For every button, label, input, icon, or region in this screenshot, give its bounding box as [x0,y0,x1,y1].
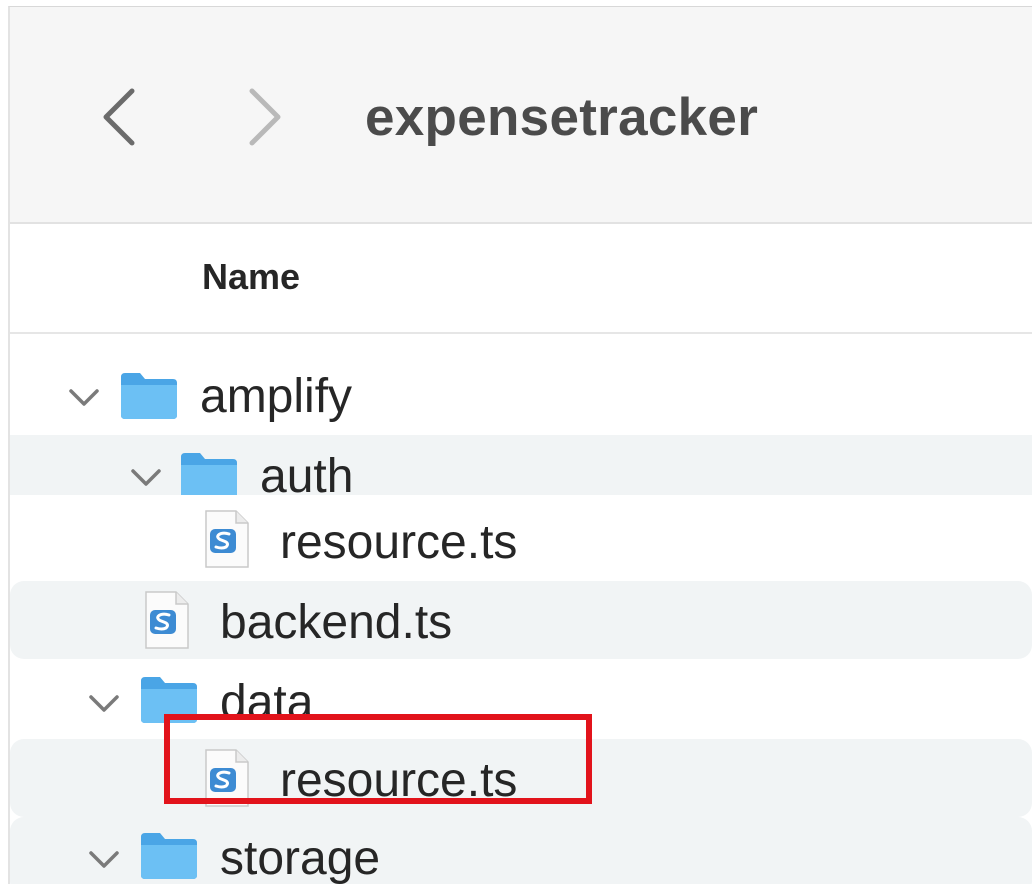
list-item-storage[interactable]: storage [10,817,1032,884]
typescript-file-icon [145,591,189,649]
list-item-data[interactable]: data [10,661,1032,739]
list-item-label: resource.ts [280,754,518,807]
list-item-label: resource.ts [280,516,518,569]
finder-window: expensetracker Name amplify auth resourc… [8,6,1032,884]
list-item-auth-resource[interactable]: resource.ts [10,501,1032,579]
list-item-data-resource[interactable]: resource.ts [10,739,1032,817]
typescript-file-icon [205,749,249,807]
chevron-down-icon[interactable] [88,849,120,871]
chevron-down-icon[interactable] [68,387,100,409]
folder-icon [141,677,197,723]
list-item-label: auth [260,450,354,495]
list-item-amplify[interactable]: amplify [10,357,1032,435]
list-item-label: amplify [200,370,353,423]
column-header[interactable]: Name [10,224,1032,334]
column-header-name[interactable]: Name [202,256,300,298]
list-item-label: data [220,676,314,729]
window-title: expensetracker [365,88,759,147]
toolbar: expensetracker [10,7,1032,224]
list-item-backend[interactable]: backend.ts [10,581,1032,659]
chevron-right-icon[interactable] [242,85,286,149]
chevron-down-icon[interactable] [130,467,162,489]
chevron-down-icon[interactable] [88,693,120,715]
folder-icon [141,833,197,879]
list-item-label: storage [220,832,381,884]
folder-icon [181,453,237,495]
chevron-left-icon[interactable] [98,85,142,149]
folder-icon [121,373,177,419]
list-item-auth[interactable]: auth [10,435,1032,495]
list-item-label: backend.ts [220,596,453,649]
typescript-file-icon [205,510,249,568]
